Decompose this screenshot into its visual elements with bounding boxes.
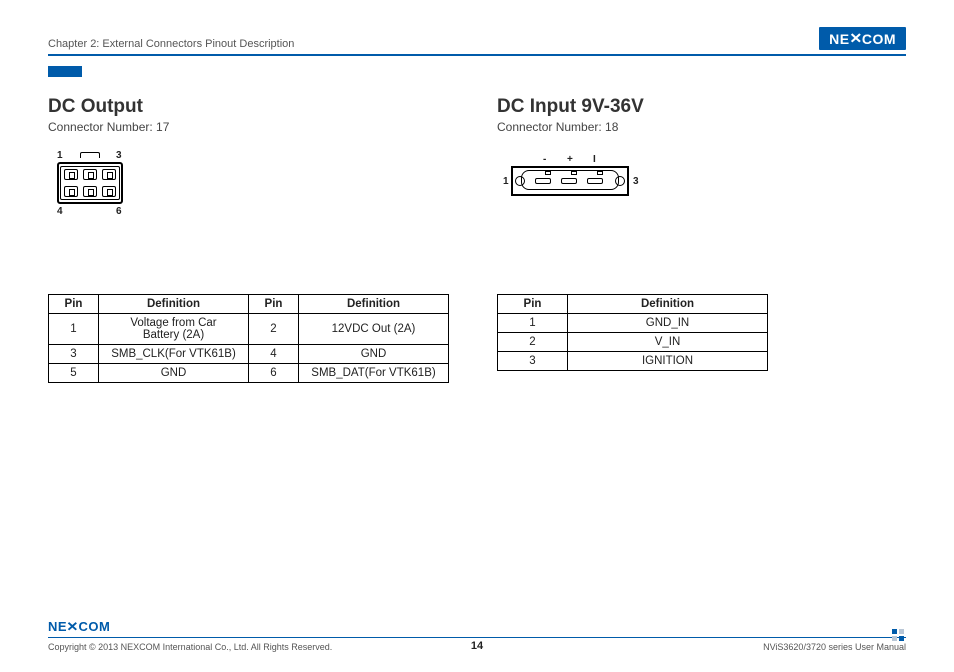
chapter-title: Chapter 2: External Connectors Pinout De…: [48, 38, 294, 50]
th-def: Definition: [99, 295, 249, 314]
header-rule: [48, 54, 906, 56]
footer-squares-icon: [892, 629, 906, 643]
dc-input-minus-label: -: [543, 154, 546, 165]
header-tab: [48, 66, 82, 77]
dc-input-pin-label-3: 3: [633, 176, 639, 187]
th-def2: Definition: [299, 295, 449, 314]
footer-nexcom-logo: NE✕COM: [48, 619, 110, 635]
dc-output-diagram: 1 3 4 6: [48, 154, 457, 254]
copyright-text: Copyright © 2013 NEXCOM International Co…: [48, 642, 332, 652]
dc-output-connector-number: Connector Number: 17: [48, 120, 457, 134]
table-row: 1GND_IN: [498, 314, 768, 333]
table-header-row: Pin Definition Pin Definition: [49, 295, 449, 314]
dc-input-plus-label: +: [567, 154, 573, 165]
dc-output-section: DC Output Connector Number: 17 1 3 4 6 P…: [48, 96, 457, 383]
nexcom-logo: NE✕COM: [819, 27, 906, 50]
dc-output-pin-label-3: 3: [116, 150, 122, 161]
dc-input-connector-number: Connector Number: 18: [497, 120, 906, 134]
dc-output-pin-label-4: 4: [57, 206, 63, 217]
table-row: 1 Voltage from Car Battery (2A) 2 12VDC …: [49, 314, 449, 345]
th-pin2: Pin: [249, 295, 299, 314]
dc-input-title: DC Input 9V-36V: [497, 96, 906, 118]
dc-output-pin-label-6: 6: [116, 206, 122, 217]
dc-output-table: Pin Definition Pin Definition 1 Voltage …: [48, 294, 449, 383]
table-row: 3IGNITION: [498, 352, 768, 371]
table-row: 5 GND 6 SMB_DAT(For VTK61B): [49, 364, 449, 383]
dc-input-ign-label: I: [593, 154, 596, 165]
table-row: 3 SMB_CLK(For VTK61B) 4 GND: [49, 345, 449, 364]
content-area: DC Output Connector Number: 17 1 3 4 6 P…: [48, 96, 906, 383]
dc-input-table: Pin Definition 1GND_IN 2V_IN 3IGNITION: [497, 294, 768, 371]
manual-name: NViS3620/3720 series User Manual: [763, 642, 906, 652]
page-header: Chapter 2: External Connectors Pinout De…: [48, 26, 906, 50]
dc-output-pin-label-1: 1: [57, 150, 63, 161]
page-footer: NE✕COM Copyright © 2013 NEXCOM Internati…: [48, 618, 906, 653]
th-pin: Pin: [498, 295, 568, 314]
dc-input-pin-label-1: 1: [503, 176, 509, 187]
dc-input-section: DC Input 9V-36V Connector Number: 18 1 3…: [497, 96, 906, 383]
th-def: Definition: [568, 295, 768, 314]
dc-input-diagram: 1 3 - + I: [497, 154, 906, 254]
table-header-row: Pin Definition: [498, 295, 768, 314]
dc-output-title: DC Output: [48, 96, 457, 118]
page-number: 14: [471, 640, 483, 652]
footer-rule: [48, 637, 906, 639]
th-pin: Pin: [49, 295, 99, 314]
table-row: 2V_IN: [498, 333, 768, 352]
